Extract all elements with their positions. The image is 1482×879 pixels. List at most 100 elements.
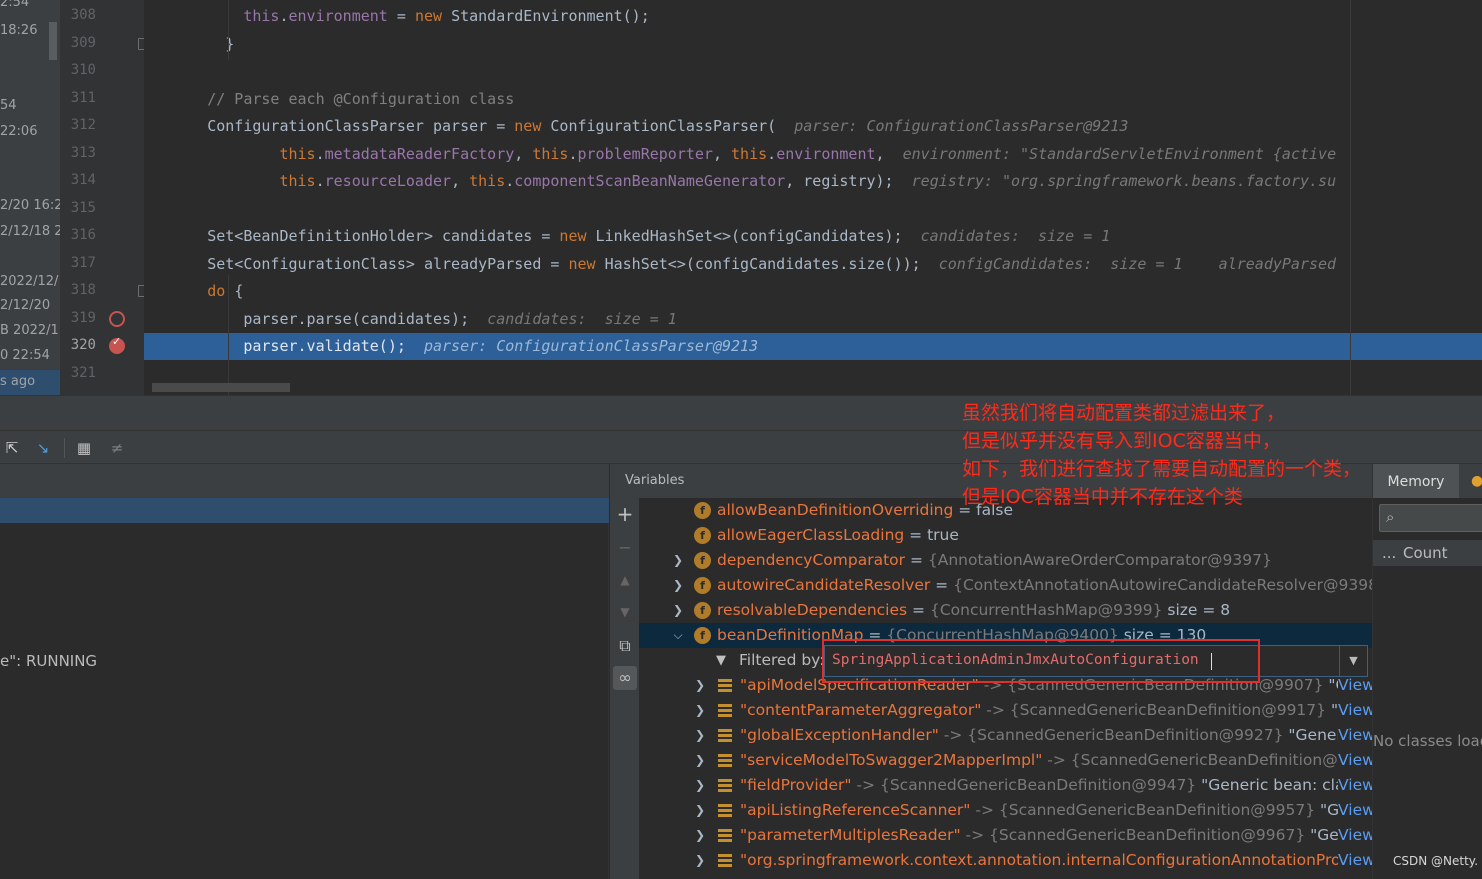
code-line[interactable]: Set<BeanDefinitionHolder> candidates = n… <box>144 223 1482 250</box>
line-number: 314 <box>70 172 96 188</box>
view-link[interactable]: View <box>1338 748 1372 773</box>
code-line[interactable] <box>144 361 1482 388</box>
variables-side-toolbar: + − ▲ ▼ ⧉ ∞ <box>610 498 639 879</box>
code-token: } <box>225 34 235 53</box>
view-link[interactable]: View <box>1338 848 1372 873</box>
collapse-chevron-icon[interactable]: ⌵ <box>671 623 685 648</box>
breakpoint-icon[interactable] <box>109 310 125 327</box>
code-line[interactable]: this.resourceLoader, this.componentScanB… <box>144 168 1482 195</box>
map-entry-row[interactable]: ❯ "globalExceptionHandler" -> {ScannedGen… <box>639 723 1372 748</box>
map-entry-row[interactable]: ❯ "apiListingReferenceScanner" -> {Scanne… <box>639 798 1372 823</box>
view-link[interactable]: View <box>1338 798 1372 823</box>
expand-chevron-icon[interactable]: ❯ <box>693 673 707 698</box>
variable-size: size = 8 <box>1162 601 1231 619</box>
selected-frame[interactable] <box>0 498 609 523</box>
history-entry[interactable]: 2/12/20 <box>0 298 50 313</box>
show-watches-glasses-icon[interactable]: ∞ <box>613 666 637 690</box>
move-down-icon[interactable]: ▼ <box>613 600 637 624</box>
variable-row[interactable]: ❯ f resolvableDependencies = {ConcurrentHa… <box>639 598 1372 623</box>
history-entry[interactable]: 2022/12/ <box>0 274 58 289</box>
history-entry[interactable]: 2:54 <box>0 0 29 10</box>
step-into-icon[interactable]: ↘ <box>33 439 53 457</box>
trace-stream-icon[interactable]: ≠ <box>107 439 127 457</box>
expand-chevron-icon[interactable]: ❯ <box>693 698 707 723</box>
restore-layout-icon[interactable]: ⇱ <box>2 439 22 457</box>
map-entry-row[interactable]: ❯ "serviceModelToSwagger2MapperImpl" -> {… <box>639 748 1372 773</box>
code-line[interactable]: ConfigurationClassParser parser = new Co… <box>144 113 1482 140</box>
move-up-icon[interactable]: ▲ <box>613 568 637 592</box>
indent-guide <box>228 275 229 395</box>
code-line[interactable]: do { <box>144 278 1482 305</box>
variable-text: dependencyComparator = {AnnotationAwareO… <box>717 548 1272 573</box>
code-line[interactable]: // Parse each @Configuration class <box>144 86 1482 113</box>
map-entry-row[interactable]: ❯ "parameterMultiplesReader" -> {ScannedG… <box>639 823 1372 848</box>
variable-row[interactable]: f allowEagerClassLoading = true <box>639 523 1372 548</box>
map-entry-key: "contentParameterAggregator" <box>740 701 982 719</box>
code-line[interactable]: this.environment = new StandardEnvironme… <box>144 3 1482 30</box>
code-line[interactable] <box>144 58 1482 85</box>
history-entry[interactable]: 0 22:54 <box>0 348 50 363</box>
expand-chevron-icon[interactable]: ❯ <box>693 723 707 748</box>
history-entry[interactable]: B 2022/1 <box>0 323 59 338</box>
expand-chevron-icon[interactable]: ❯ <box>671 573 685 598</box>
map-entry-row[interactable]: ❯ "fieldProvider" -> {ScannedGenericBeanD… <box>639 773 1372 798</box>
line-number: 318 <box>70 282 96 298</box>
map-entry-icon <box>718 829 732 842</box>
code-token: { <box>234 282 244 300</box>
breakpoint-hit-icon[interactable] <box>109 335 125 354</box>
history-scrollbar[interactable] <box>49 22 57 60</box>
annotation-text: 虽然我们将自动配置类都过滤出来了， 但是似乎并没有导入到IOC容器当中， 如下，… <box>962 399 1482 511</box>
variable-value: {ContextAnnotationAutowireCandidateResol… <box>953 576 1372 594</box>
copy-icon[interactable]: ⧉ <box>613 634 637 658</box>
map-entry-text: "parameterMultiplesReader" -> {ScannedGe… <box>740 823 1369 848</box>
expand-chevron-icon[interactable]: ❯ <box>693 773 707 798</box>
map-entry-text: "serviceModelToSwagger2MapperImpl" -> {S… <box>740 748 1357 773</box>
line-number: 319 <box>70 309 96 326</box>
view-link[interactable]: View <box>1338 773 1372 798</box>
filter-dropdown-chevron-icon[interactable]: ▼ <box>1339 646 1367 676</box>
view-link[interactable]: View <box>1338 823 1372 848</box>
variable-row[interactable]: ❯ f autowireCandidateResolver = {ContextAn… <box>639 573 1372 598</box>
line-number: 309 <box>70 34 96 51</box>
variable-row[interactable]: ❯ f dependencyComparator = {AnnotationAwar… <box>639 548 1372 573</box>
editor-horizontal-scrollbar[interactable] <box>152 383 290 392</box>
line-number: 308 <box>70 7 96 23</box>
map-entry-row[interactable]: ❯ "org.springframework.context.annotation… <box>639 848 1372 873</box>
memory-column-count[interactable]: Count <box>1403 540 1448 566</box>
history-entry[interactable]: 18:26 <box>0 23 37 38</box>
history-entry[interactable]: s ago <box>0 374 35 389</box>
line-number: 321 <box>70 364 96 381</box>
code-token: . <box>767 144 777 163</box>
expand-chevron-icon[interactable]: ❯ <box>693 848 707 873</box>
code-line[interactable]: } <box>144 31 1482 58</box>
history-entry[interactable]: 2/12/18 2 <box>0 224 60 239</box>
execution-line[interactable]: parser.validate(); parser: Configuration… <box>144 333 1482 360</box>
memory-column-dots[interactable]: ... <box>1382 540 1396 566</box>
history-entry[interactable]: 22:06 <box>0 124 37 139</box>
view-link[interactable]: View <box>1338 698 1372 723</box>
code-editor[interactable]: this.environment = new StandardEnvironme… <box>144 0 1482 395</box>
map-entry-row[interactable]: ❯ "contentParameterAggregator" -> {Scanne… <box>639 698 1372 723</box>
history-entry[interactable]: 54 <box>0 98 17 113</box>
expand-chevron-icon[interactable]: ❯ <box>693 798 707 823</box>
code-token: LinkedHashSet<>(configCandidates); <box>595 227 921 245</box>
code-token: parser.validate(); <box>243 337 424 355</box>
expand-chevron-icon[interactable]: ❯ <box>693 748 707 773</box>
code-line[interactable]: this.metadataReaderFactory, this.problem… <box>144 141 1482 168</box>
history-entry[interactable]: 2/20 16:2 <box>0 198 60 213</box>
code-line[interactable] <box>144 196 1482 223</box>
view-link[interactable]: View <box>1338 723 1372 748</box>
expand-chevron-icon[interactable]: ❯ <box>693 823 707 848</box>
remove-watch-icon[interactable]: − <box>613 536 637 560</box>
expand-chevron-icon[interactable]: ❯ <box>671 548 685 573</box>
variable-text: allowEagerClassLoading = true <box>717 523 959 548</box>
code-token: this <box>469 172 506 190</box>
code-line[interactable]: Set<ConfigurationClass> alreadyParsed = … <box>144 251 1482 278</box>
code-line[interactable]: parser.parse(candidates); candidates: si… <box>144 306 1482 333</box>
expand-chevron-icon[interactable]: ❯ <box>671 598 685 623</box>
evaluate-table-icon[interactable]: ▦ <box>74 439 94 457</box>
code-token: problemReporter <box>577 144 713 163</box>
add-watch-icon[interactable]: + <box>613 502 637 526</box>
